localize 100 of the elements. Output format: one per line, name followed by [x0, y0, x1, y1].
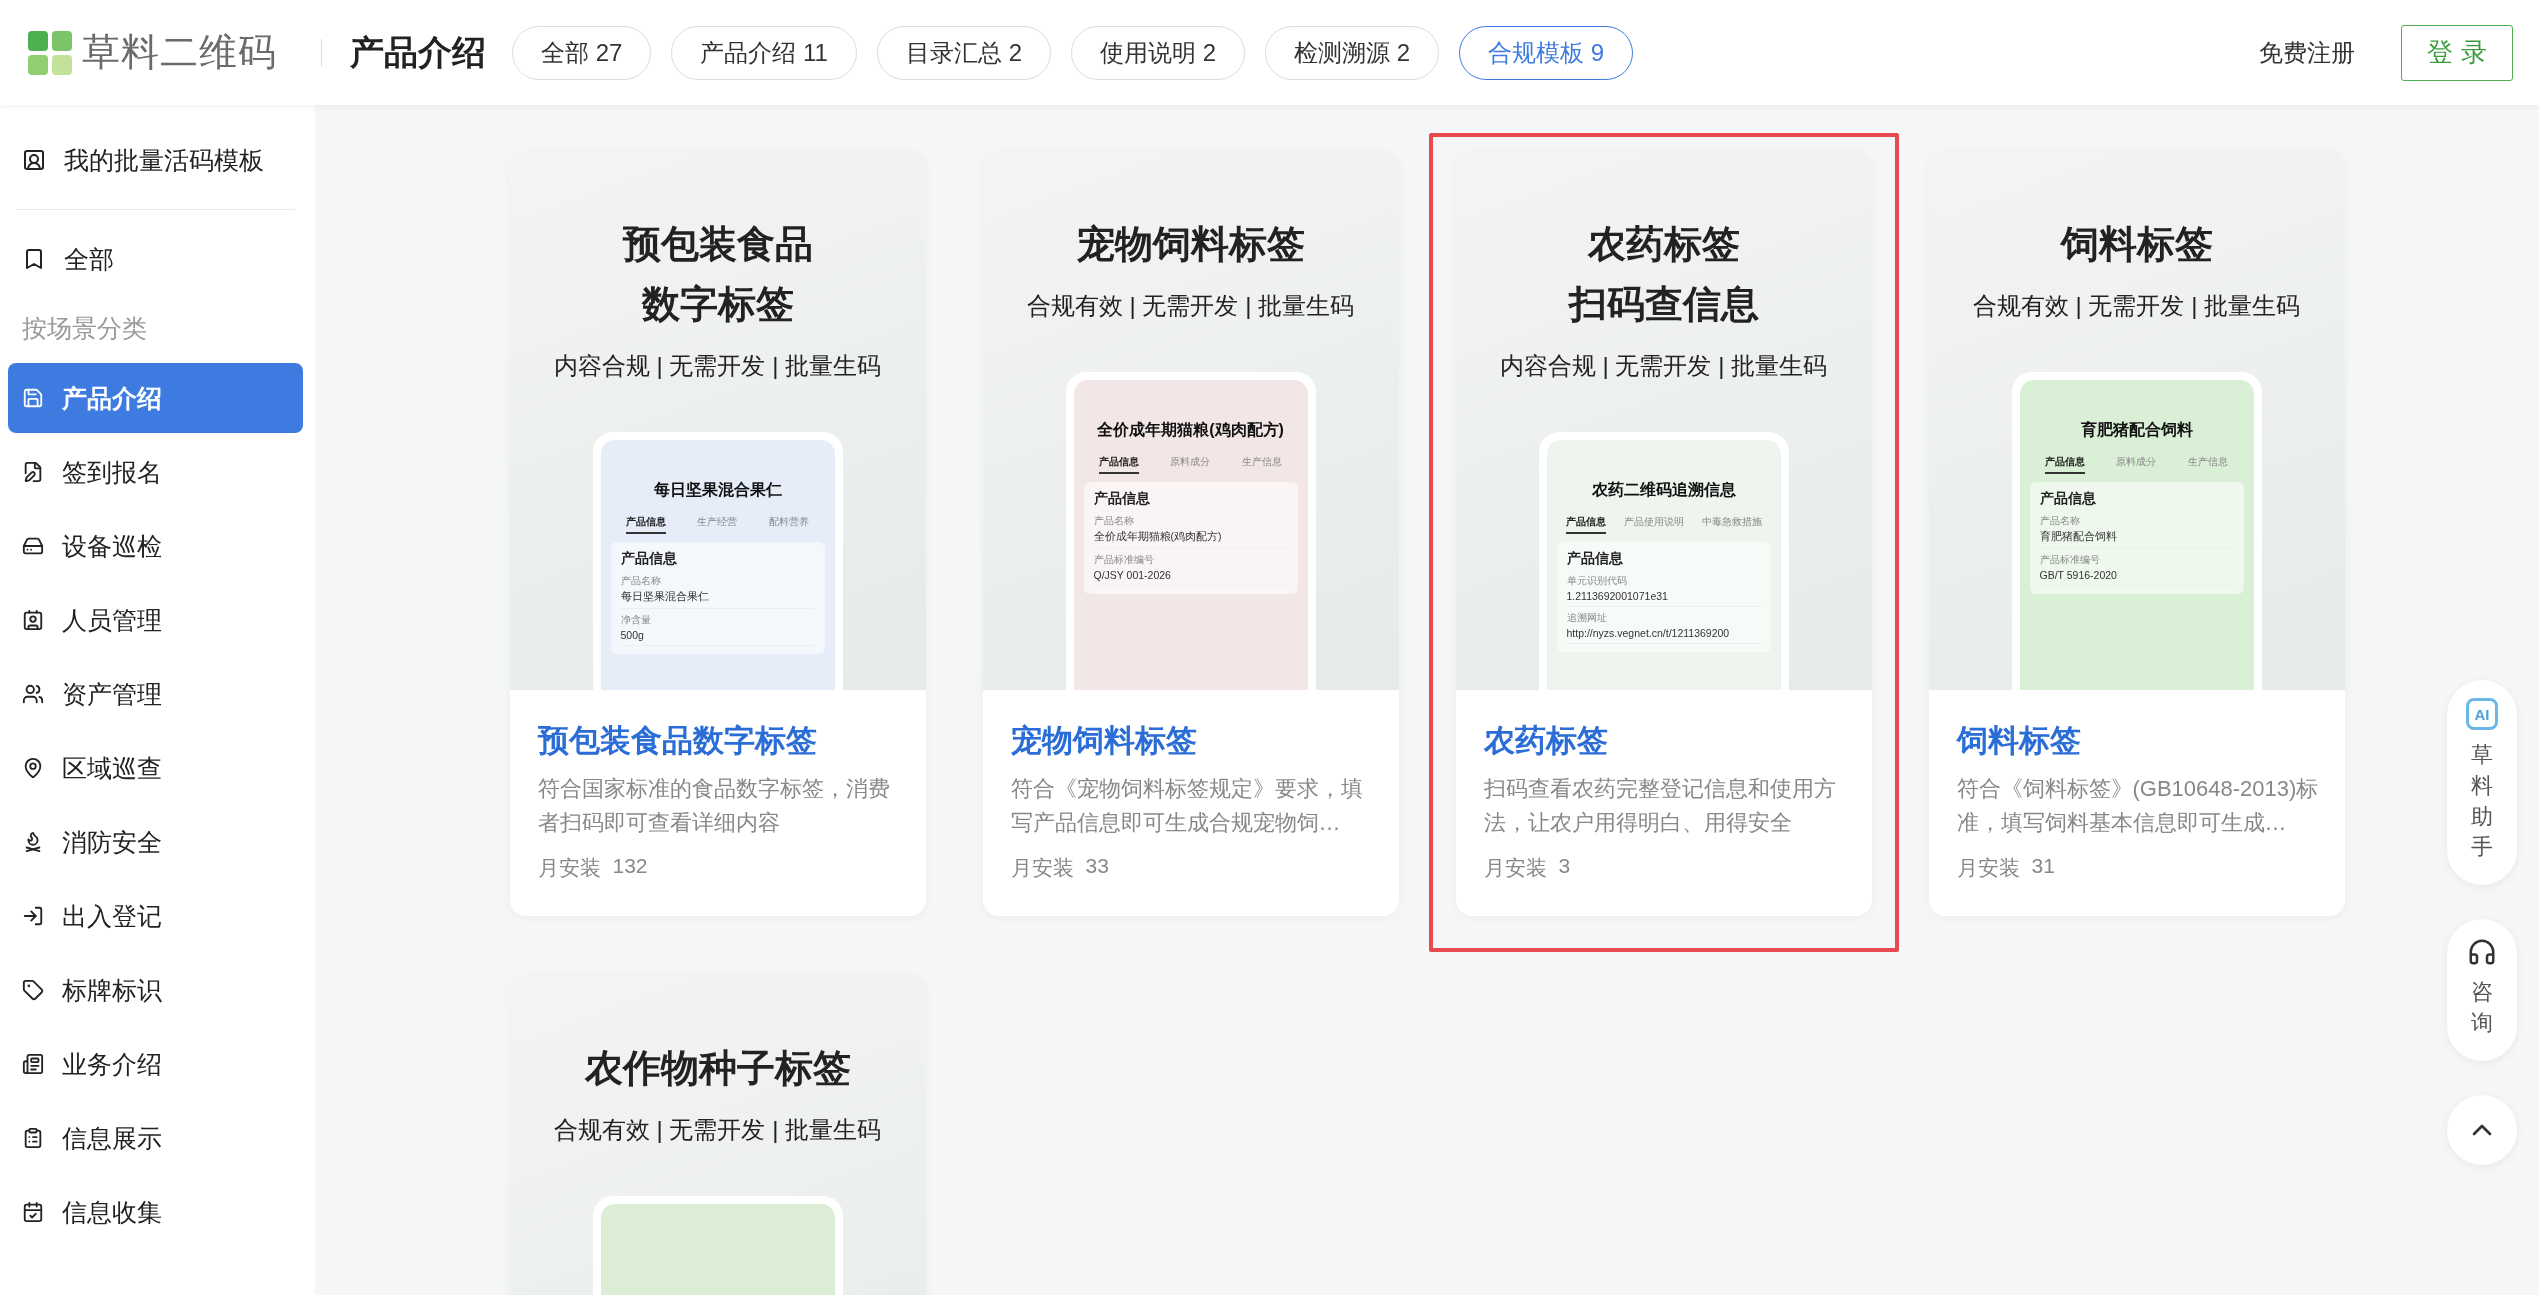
- phone-field-label: 产品标准编号: [1093, 553, 1155, 567]
- phone-title: 每日坚果混合果仁: [652, 480, 783, 500]
- phone-field-value: Q/JSY 001-2026: [1093, 569, 1288, 586]
- installs-count: 3: [1558, 854, 1571, 879]
- filter-chip[interactable]: 产品介绍 11: [671, 25, 857, 80]
- poster-tagline: 合规有效 | 无需开发 | 批量生码: [1026, 291, 1355, 321]
- card-title: 预包装食品数字标签: [537, 722, 818, 760]
- installs-label: 月安装: [1483, 855, 1547, 881]
- poster-title: 预包装食品: [622, 222, 813, 267]
- sidebar-item[interactable]: 全部: [8, 224, 303, 294]
- login-button[interactable]: 登 录: [2401, 24, 2513, 81]
- installs-count: 33: [1085, 854, 1109, 879]
- phone-tab-label: 产品信息: [626, 515, 667, 534]
- filter-chip[interactable]: 目录汇总 2: [876, 25, 1051, 80]
- installs-count: 132: [612, 854, 648, 879]
- section-label: 按场景分类: [21, 313, 148, 344]
- phone-field-label: 净含量: [620, 613, 652, 627]
- phone-field-value: 1.2113692001071e31: [1566, 590, 1761, 607]
- installs-count: 31: [2031, 854, 2055, 879]
- template-card[interactable]: 宠物饲料标签 合规有效 | 无需开发 | 批量生码 全价成年期猫粮(鸡肉配方) 产品信息 原料成分 生产信息 产品信息 产品名称 全价成年期猫粮(鸡肉配方) 产品标准编号 Q/JSY 001-2026 宠物饲料标签 符合《宠物饲料标签规定》要求，填写产品信息即可生成合规宠物饲… 月安装 33: [982, 150, 1399, 916]
- sidebar-item[interactable]: 出入登记: [8, 881, 303, 951]
- phone-section-title: 产品信息: [1093, 490, 1151, 508]
- sidebar-item[interactable]: 消防安全: [8, 807, 303, 877]
- poster-tagline: 合规有效 | 无需开发 | 批量生码: [553, 1115, 882, 1145]
- sidebar-item[interactable]: 产品介绍: [8, 363, 303, 433]
- category-icon: [22, 905, 44, 927]
- sidebar-item[interactable]: 设备巡检: [8, 511, 303, 581]
- phone-tab-label: 产品使用说明: [1623, 515, 1684, 529]
- phone-field-value: 每日坚果混合果仁: [620, 590, 815, 609]
- phone-tab-label: 生产信息: [1241, 455, 1282, 469]
- category-icon: [22, 387, 44, 409]
- phone-field-value: 全价成年期猫粮(鸡肉配方): [1093, 530, 1288, 549]
- phone-field-value: http://nyzs.vegnet.cn/t/1211369200: [1566, 627, 1761, 644]
- filter-chip[interactable]: 使用说明 2: [1071, 25, 1245, 80]
- card-description: 符合国家标准的食品数字标签，消费者扫码即可查看详细内容: [537, 775, 891, 837]
- installs-label: 月安装: [537, 855, 601, 881]
- poster-title: 宠物饲料标签: [1076, 222, 1305, 267]
- sidebar-item[interactable]: 资产管理: [8, 659, 303, 729]
- phone-field-label: 产品名称: [2039, 514, 2081, 528]
- template-card[interactable]: 农药标签 扫码查信息 内容合规 | 无需开发 | 批量生码 农药二维码追溯信息 产品信息 产品使用说明 中毒急救措施 产品信息 单元识别代码 1.2113692001071e31 追溯网址 http://nyzs.vegnet.cn/t/1211369200 农药标签 扫码查看农药完整登记信息和使用方法，让农户用得明白、用得安全 月安装 3: [1455, 150, 1872, 916]
- logo-icon: [28, 30, 72, 75]
- phone-tab-label: 中毒急救措施: [1701, 515, 1762, 529]
- filter-chip[interactable]: 检测溯源 2: [1265, 25, 1439, 80]
- phone-tab-label: 产品信息: [1099, 455, 1140, 474]
- category-icon: [22, 535, 44, 557]
- sidebar-item[interactable]: 标牌标识: [8, 955, 303, 1025]
- poster-tagline: 内容合规 | 无需开发 | 批量生码: [1499, 351, 1828, 381]
- card-description: 符合《宠物饲料标签规定》要求，填写产品信息即可生成合规宠物饲…: [1010, 775, 1364, 837]
- phone-title: 农药二维码追溯信息: [1590, 480, 1737, 500]
- poster-title: 数字标签: [641, 282, 794, 327]
- filter-chip[interactable]: 全部 27: [512, 25, 652, 80]
- phone-tab-label: 原料成分: [2116, 455, 2157, 469]
- phone-section-title: 产品信息: [1566, 550, 1624, 568]
- phone-field-label: 追溯网址: [1566, 611, 1608, 625]
- page-title: 产品介绍: [350, 31, 486, 73]
- logo-text: 草料二维码: [82, 30, 277, 75]
- phone-field-label: 产品名称: [1093, 514, 1135, 528]
- phone-field-label: 单元识别代码: [1566, 574, 1628, 588]
- sidebar-item[interactable]: 信息展示: [8, 1103, 303, 1173]
- phone-field-label: 产品标准编号: [2039, 553, 2101, 567]
- phone-tab-label: 配料营养: [768, 515, 809, 529]
- category-icon: [22, 1127, 44, 1149]
- register-link[interactable]: 免费注册: [2259, 36, 2355, 69]
- sidebar-item[interactable]: 签到报名: [8, 437, 303, 507]
- card-title: 宠物饲料标签: [1010, 722, 1198, 760]
- poster-title: 扫码查信息: [1568, 282, 1759, 327]
- poster-title: 农药标签: [1587, 222, 1740, 267]
- card-description: 扫码查看农药完整登记信息和使用方法，让农户用得明白、用得安全: [1483, 775, 1837, 837]
- template-card[interactable]: 预包装食品 数字标签 内容合规 | 无需开发 | 批量生码 每日坚果混合果仁 产品信息 生产经营 配料营养 产品信息 产品名称 每日坚果混合果仁 净含量 500g 预包装食品数字标签 符合国家标准的食品数字标签，消费者扫码即可查看详细内容 月安装 132: [509, 150, 926, 916]
- assistant-button[interactable]: AI 草料助手: [2447, 680, 2517, 886]
- category-icon: [22, 683, 44, 705]
- phone-tab-label: 生产信息: [2187, 455, 2228, 469]
- sidebar-item[interactable]: 业务介绍: [8, 1029, 303, 1099]
- category-icon: [22, 757, 44, 779]
- category-icon: [22, 461, 44, 483]
- filter-chip[interactable]: 合规模板 9: [1459, 25, 1634, 80]
- phone-field-value: 500g: [620, 629, 815, 646]
- user-card-icon: [22, 148, 46, 172]
- template-card[interactable]: 农作物种子标签 合规有效 | 无需开发 | 批量生码: [509, 974, 926, 1295]
- phone-tab-label: 生产经营: [697, 515, 738, 529]
- phone-tab-label: 产品信息: [1565, 515, 1606, 534]
- phone-tab-label: 原料成分: [1170, 455, 1211, 469]
- template-card[interactable]: 饲料标签 合规有效 | 无需开发 | 批量生码 育肥猪配合饲料 产品信息 原料成分 生产信息 产品信息 产品名称 育肥猪配合饲料 产品标准编号 GB/T 5916-2020 饲料标签 符合《饲料标签》(GB10648-2013)标准，填写饲料基本信息即可生成… 月安装 31: [1928, 150, 2345, 916]
- poster-tagline: 合规有效 | 无需开发 | 批量生码: [1972, 291, 2301, 321]
- installs-label: 月安装: [1956, 855, 2020, 881]
- poster-tagline: 内容合规 | 无需开发 | 批量生码: [553, 351, 882, 381]
- card-description: 符合《饲料标签》(GB10648-2013)标准，填写饲料基本信息即可生成…: [1956, 775, 2319, 837]
- category-icon: [22, 1053, 44, 1075]
- category-icon: [22, 1201, 44, 1223]
- category-icon: [22, 979, 44, 1001]
- sidebar-item[interactable]: 区域巡查: [8, 733, 303, 803]
- phone-tab-label: 产品信息: [2045, 455, 2086, 474]
- phone-field-value: GB/T 5916-2020: [2039, 569, 2234, 586]
- category-icon: [22, 609, 44, 631]
- sidebar-item[interactable]: 人员管理: [8, 585, 303, 655]
- sidebar-item[interactable]: 我的批量活码模板: [8, 125, 303, 195]
- card-title: 农药标签: [1483, 722, 1609, 760]
- consult-button[interactable]: 咨询: [2447, 919, 2517, 1061]
- sidebar-item[interactable]: 信息收集: [8, 1177, 303, 1247]
- installs-label: 月安装: [1010, 855, 1074, 881]
